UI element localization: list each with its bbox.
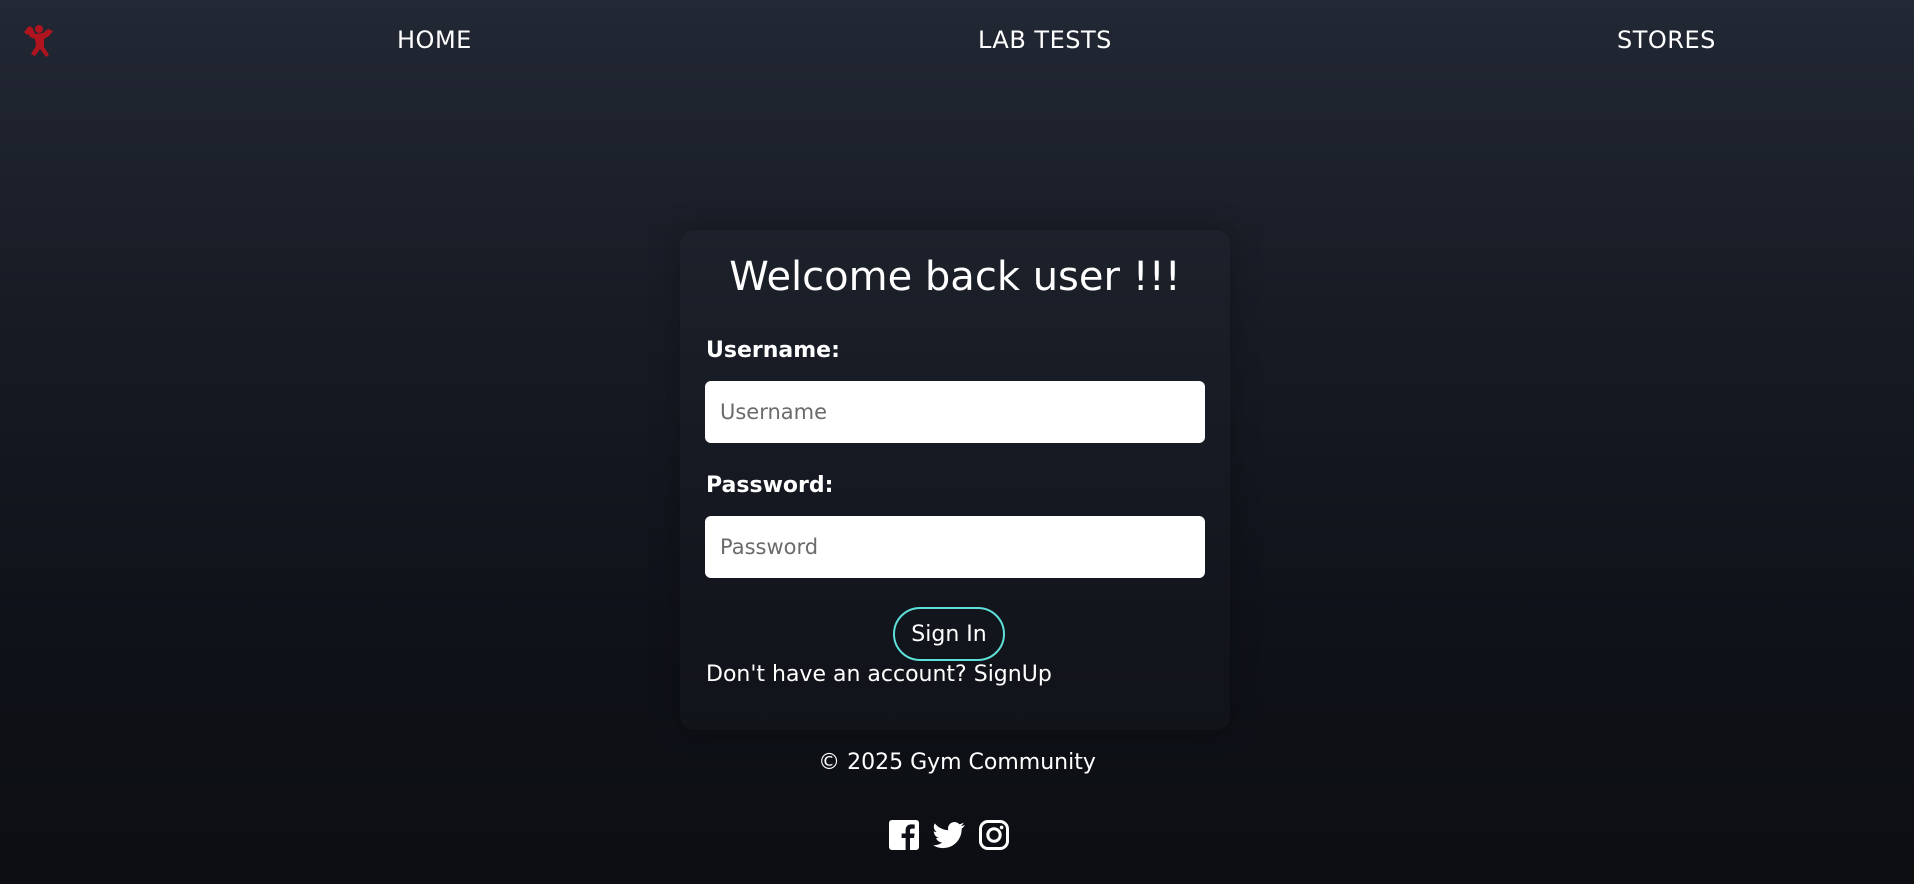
flexing-person-logo-icon[interactable] — [22, 20, 58, 62]
username-input[interactable] — [705, 381, 1205, 443]
instagram-icon[interactable] — [978, 819, 1010, 851]
page-title: Welcome back user !!! — [729, 254, 1181, 300]
nav-link-home[interactable]: HOME — [397, 26, 472, 54]
login-card: Welcome back user !!! Username: Password… — [680, 230, 1230, 730]
facebook-icon[interactable] — [888, 819, 920, 851]
twitter-icon[interactable] — [933, 819, 965, 851]
username-label: Username: — [706, 338, 840, 363]
nav-link-lab-tests[interactable]: LAB TESTS — [978, 26, 1112, 54]
nav-link-stores[interactable]: STORES — [1617, 26, 1716, 54]
signup-link[interactable]: SignUp — [974, 662, 1052, 687]
sign-in-button[interactable]: Sign In — [893, 607, 1005, 661]
signup-prompt: Don't have an account? SignUp — [706, 662, 1052, 687]
signup-prompt-text: Don't have an account? — [706, 662, 967, 687]
password-input[interactable] — [705, 516, 1205, 578]
navbar: HOME LAB TESTS STORES — [0, 0, 1914, 84]
social-links — [888, 819, 1010, 851]
copyright-text: © 2025 Gym Community — [818, 750, 1096, 775]
password-label: Password: — [706, 473, 834, 498]
